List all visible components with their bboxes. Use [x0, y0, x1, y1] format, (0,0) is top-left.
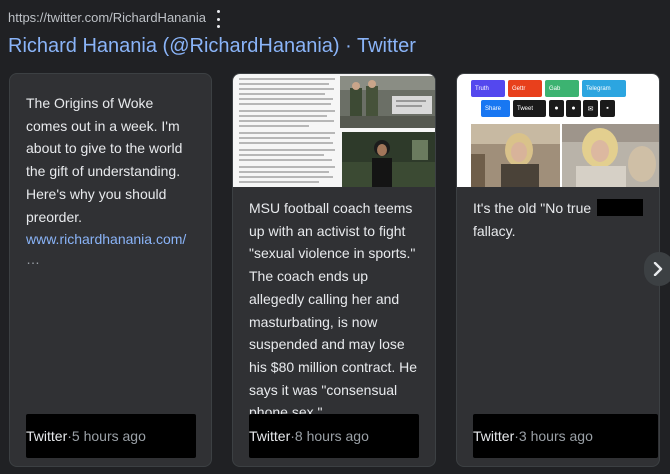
chevron-right-icon	[653, 262, 663, 276]
result-title[interactable]: Richard Hanania (@RichardHanania) · Twit…	[8, 35, 416, 58]
tweet-link[interactable]: www.richardhanania.com/	[26, 228, 197, 251]
tweet-text: The Origins of Woke comes out in a week.…	[26, 92, 197, 267]
tweet-text: It's the old "No true fallacy.	[473, 197, 645, 242]
coach-photo	[340, 76, 435, 128]
tweet-line: fallacy.	[473, 222, 516, 239]
share-button-x: Tweet	[513, 100, 546, 117]
share-reddit-icon: ●	[566, 100, 581, 117]
carousel-next-button[interactable]	[644, 252, 670, 286]
share-button-truth: Truth	[471, 80, 505, 97]
tweet-text: MSU football coach teems up with an acti…	[249, 197, 421, 424]
tweet-line: preorder.	[26, 208, 83, 225]
tweet-footer: Twitter · 5 hours ago	[26, 414, 196, 458]
tweet-source: Twitter	[26, 428, 68, 444]
tweet-line: up with an activist to fight	[249, 222, 406, 239]
right-photo	[562, 124, 659, 187]
tweet-source: Twitter	[249, 428, 291, 444]
tweet-line: The Origins of Woke	[26, 95, 154, 111]
tweet-line: the gift of understanding.	[26, 163, 181, 180]
tweet-line: Here's why you should	[26, 185, 167, 202]
tweet-time: 3 hours ago	[518, 428, 593, 444]
tweet-footer: Twitter · 3 hours ago	[473, 414, 658, 458]
share-print-icon: ▪	[600, 100, 615, 117]
redacted-box	[597, 199, 644, 216]
tweet-source: Twitter	[473, 428, 515, 444]
tweet-line: The coach ends up	[249, 268, 369, 285]
tweet-card-1[interactable]: The Origins of Woke comes out in a week.…	[9, 73, 212, 467]
share-button-facebook: Share	[481, 100, 510, 117]
tweet-time: 8 hours ago	[294, 428, 369, 444]
share-button-gettr: Gettr	[508, 80, 542, 97]
result-url[interactable]: https://twitter.com/RichardHanania	[8, 10, 206, 25]
share-whatsapp-icon: ●	[549, 100, 564, 117]
tweet-footer: Twitter · 8 hours ago	[249, 414, 419, 458]
tweet-line: his $80 million contract. He	[249, 358, 418, 375]
tweet-line: comes out in a week. I'm	[26, 117, 180, 134]
tweet-line: It's the old "No true	[473, 197, 645, 220]
tweet-line: "sexual violence in sports."	[249, 245, 416, 262]
tweet-card-3[interactable]: Truth Gettr Gab Telegram Share Tweet ● ●…	[456, 73, 660, 467]
tweet-thumbnail[interactable]: Truth Gettr Gab Telegram Share Tweet ● ●…	[457, 74, 659, 187]
more-vert-icon[interactable]	[212, 10, 224, 28]
tweet-line: about to give to the world	[26, 140, 183, 157]
tweet-line: allegedly calling her and	[249, 290, 400, 307]
tweet-line: suspended and may lose	[249, 336, 405, 353]
tweet-line: says it was "consensual	[249, 381, 398, 398]
tweet-line: MSU football coach teems	[249, 200, 413, 216]
tweet-card-2[interactable]: MSU football coach teems up with an acti…	[232, 73, 436, 467]
left-photo	[471, 124, 560, 187]
tweet-time: 5 hours ago	[71, 428, 146, 444]
share-email-icon: ✉	[583, 100, 598, 117]
tweet-thumbnail[interactable]	[233, 74, 435, 187]
activist-photo	[342, 132, 435, 187]
tweet-line: masturbating, is now	[249, 313, 378, 330]
share-button-gab: Gab	[545, 80, 579, 97]
share-button-telegram: Telegram	[582, 80, 626, 97]
result-url-row[interactable]: https://twitter.com/RichardHanania	[8, 10, 206, 25]
truncation-ellipsis: …	[26, 250, 40, 267]
